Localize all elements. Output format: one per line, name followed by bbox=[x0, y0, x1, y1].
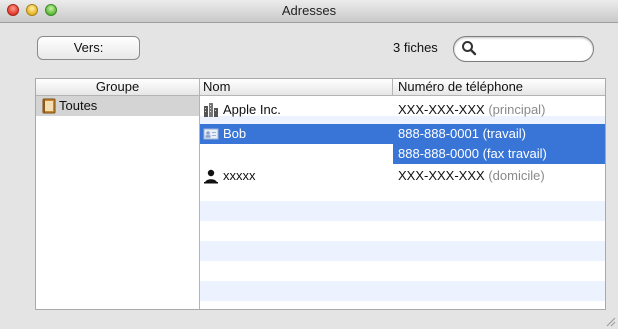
group-list: Toutes bbox=[36, 96, 200, 309]
phone-number: XXX-XXX-XXX bbox=[398, 168, 485, 183]
table-row bbox=[200, 201, 605, 221]
phone-number: 888-888-0001 bbox=[398, 126, 479, 141]
contact-name: Apple Inc. bbox=[223, 102, 281, 117]
window-title: Adresses bbox=[281, 3, 337, 18]
table-row bbox=[200, 281, 605, 301]
contact-name: Bob bbox=[223, 126, 247, 141]
record-count-label: 3 fiches bbox=[393, 40, 438, 55]
column-header-group[interactable]: Groupe bbox=[36, 79, 200, 95]
phone-cell[interactable]: XXX-XXX-XXX (domicile) bbox=[398, 166, 545, 186]
phone-cell[interactable]: XXX-XXX-XXX (principal) bbox=[398, 100, 545, 120]
search-field[interactable] bbox=[453, 36, 594, 62]
person-icon bbox=[204, 169, 218, 184]
vcard-icon bbox=[203, 128, 219, 140]
address-book-icon bbox=[42, 98, 56, 114]
phone-type: (travail) bbox=[482, 126, 526, 141]
column-header-phone[interactable]: Numéro de téléphone bbox=[393, 79, 605, 95]
table-row bbox=[200, 241, 605, 261]
phone-number: 888-888-0000 bbox=[398, 146, 479, 161]
phone-type: (fax travail) bbox=[482, 146, 547, 161]
search-input[interactable] bbox=[478, 40, 590, 60]
phone-type: (principal) bbox=[488, 102, 546, 117]
contacts-table: Groupe Nom Numéro de téléphone Toutes Ap… bbox=[35, 78, 606, 310]
group-item-all[interactable]: Toutes bbox=[36, 96, 199, 116]
group-item-label: Toutes bbox=[59, 98, 98, 113]
search-icon bbox=[462, 41, 477, 56]
company-icon bbox=[204, 103, 218, 117]
addresses-window: Adresses Vers: 3 fiches Groupe Nom Numér… bbox=[0, 0, 618, 329]
column-header-name[interactable]: Nom bbox=[200, 79, 393, 95]
table-row bbox=[200, 301, 605, 309]
phone-number: XXX-XXX-XXX bbox=[398, 102, 485, 117]
phone-cell[interactable]: 888-888-0000 (fax travail) bbox=[398, 144, 547, 164]
contact-name: xxxxx bbox=[223, 168, 256, 183]
phone-type: (domicile) bbox=[488, 168, 545, 183]
resize-grip-icon[interactable] bbox=[604, 315, 616, 327]
table-row bbox=[200, 221, 605, 241]
table-header: Groupe Nom Numéro de téléphone bbox=[36, 79, 605, 96]
phone-cell[interactable]: 888-888-0001 (travail) bbox=[398, 124, 526, 144]
title-bar[interactable]: Adresses bbox=[0, 0, 618, 23]
table-row bbox=[200, 261, 605, 281]
to-button[interactable]: Vers: bbox=[37, 36, 140, 60]
